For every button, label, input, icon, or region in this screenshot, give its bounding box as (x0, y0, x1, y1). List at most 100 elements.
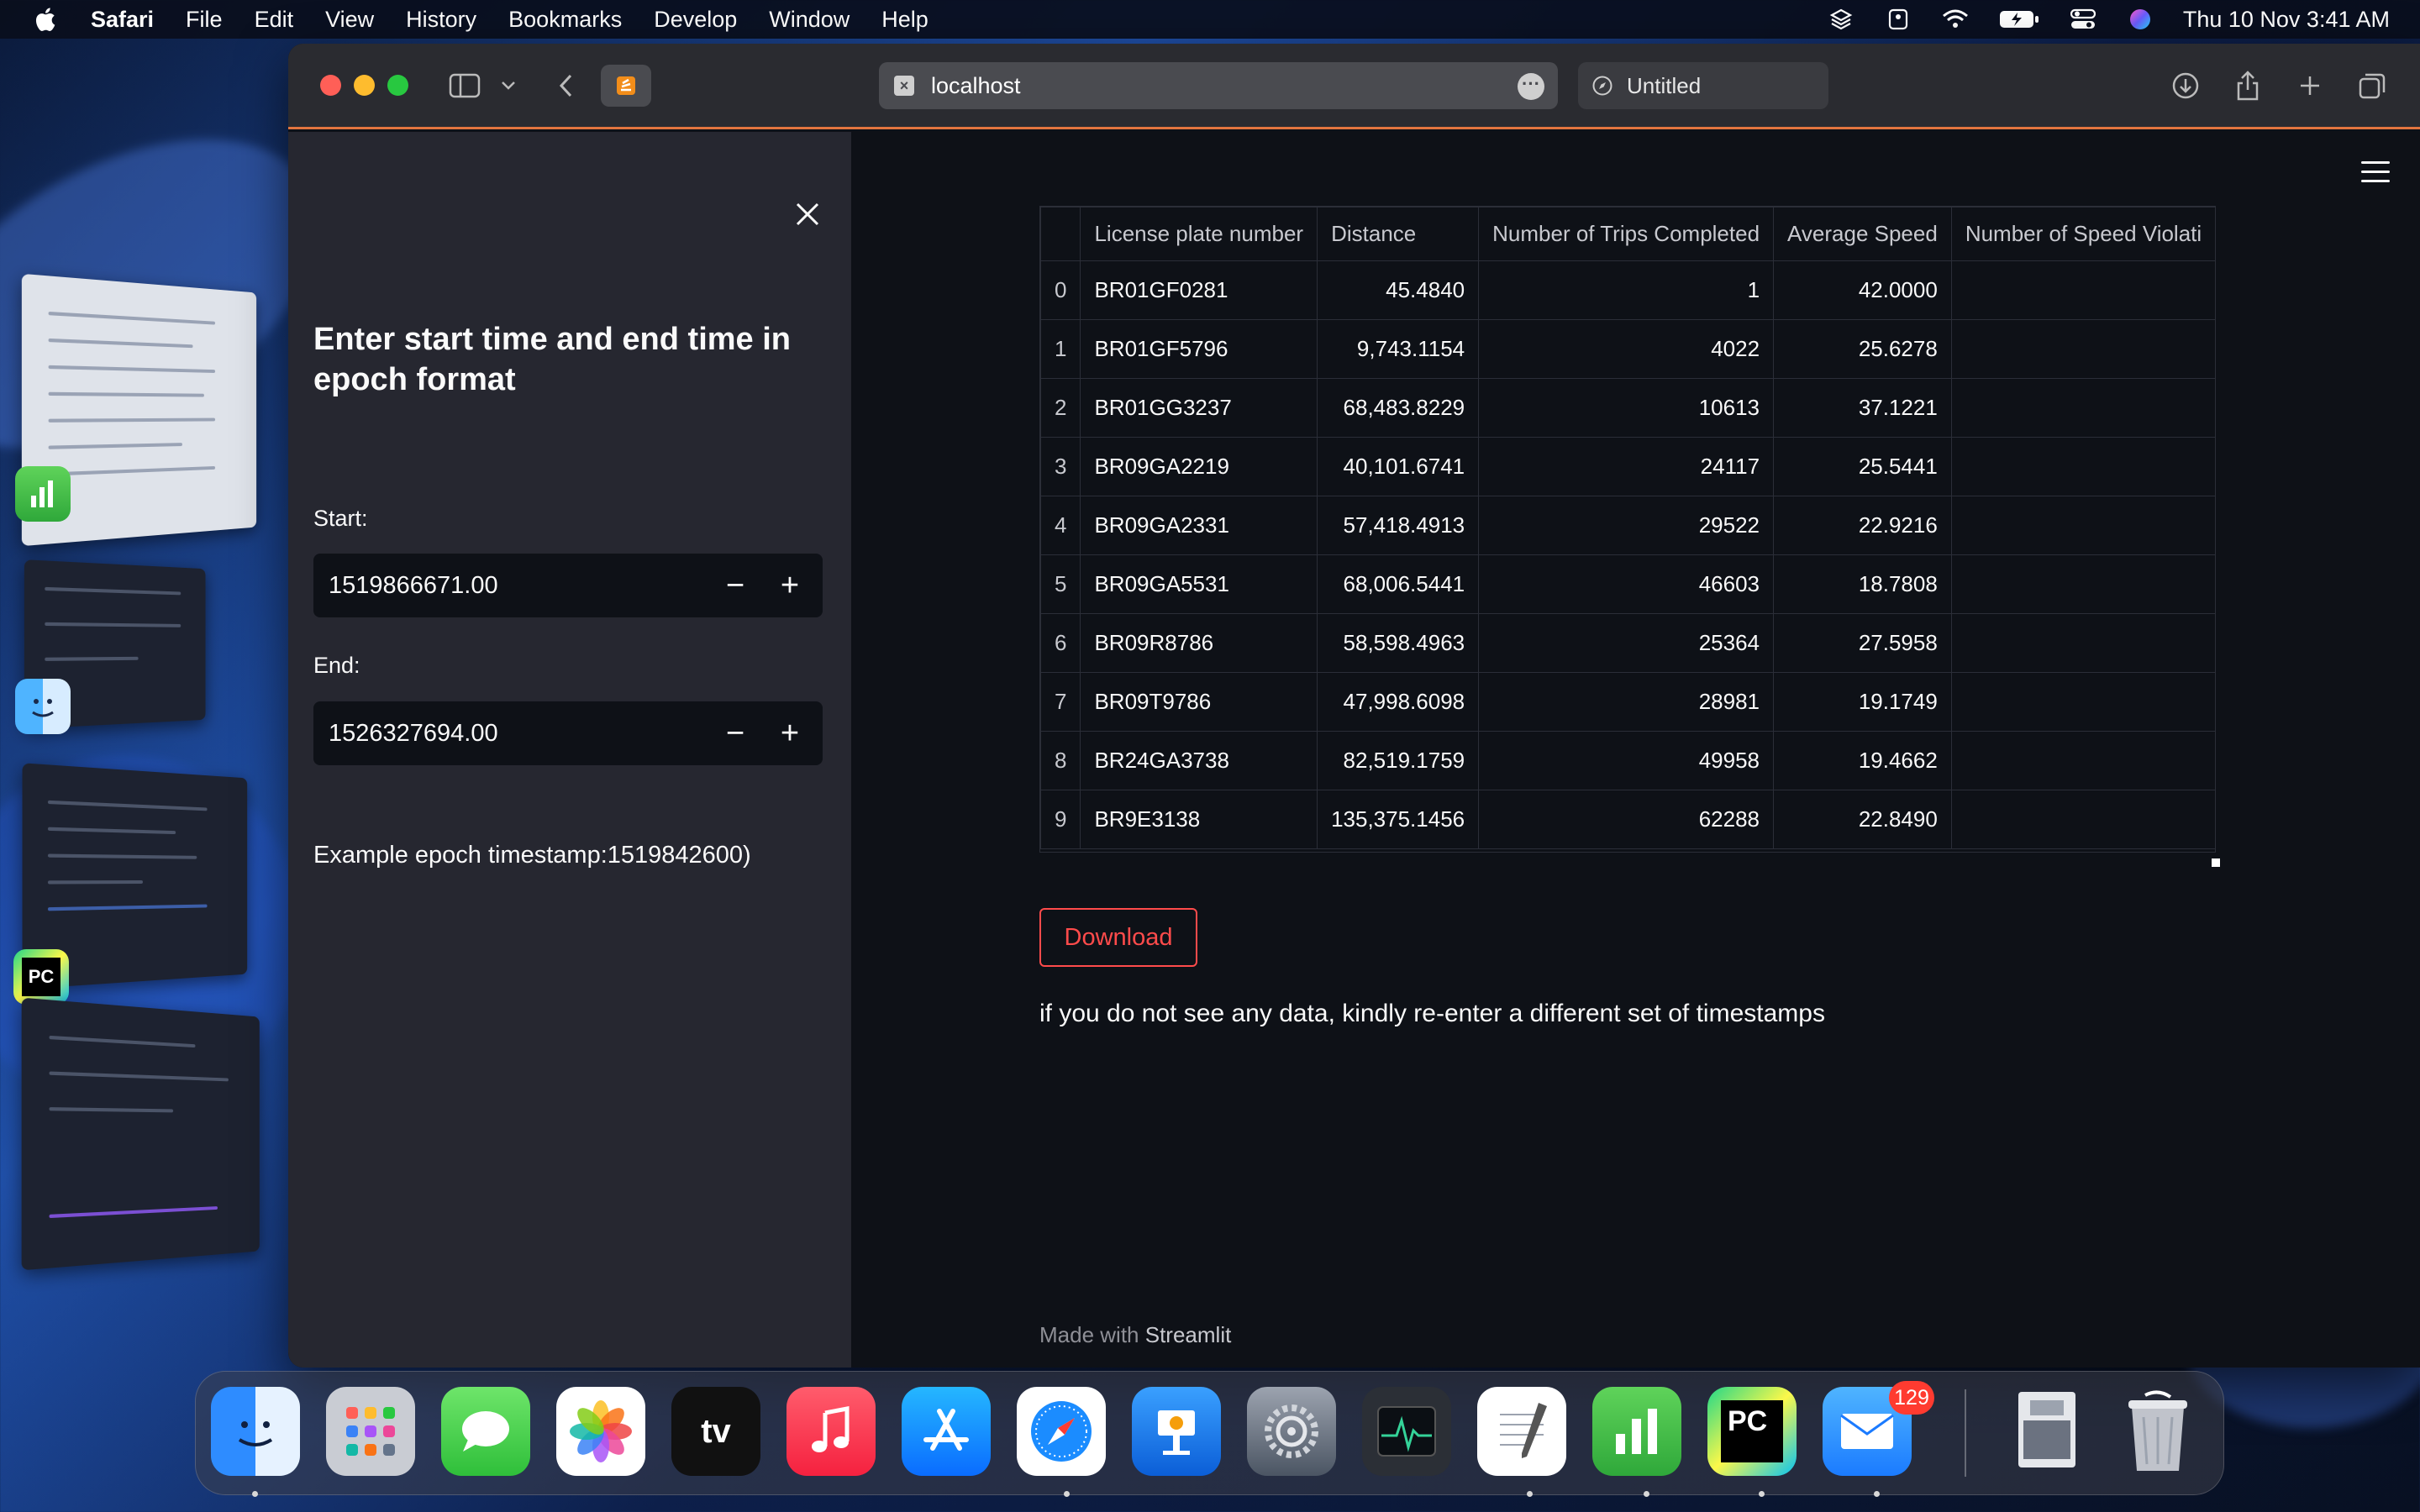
table-cell[interactable]: 45.4840 (1317, 260, 1480, 320)
dock-photos-icon[interactable] (556, 1387, 645, 1476)
table-cell[interactable]: BR24GA3738 (1080, 731, 1318, 790)
start-input[interactable] (329, 571, 698, 600)
wifi-icon[interactable] (1941, 8, 1970, 31)
table-cell[interactable]: 68,006.5441 (1317, 554, 1480, 614)
table-cell[interactable]: BR01GG3237 (1080, 378, 1318, 438)
downloads-icon[interactable] (2169, 69, 2202, 102)
table-cell[interactable]: 82,519.1759 (1317, 731, 1480, 790)
menu-view[interactable]: View (325, 7, 374, 33)
table-cell[interactable]: BR09T9786 (1080, 672, 1318, 732)
menu-history[interactable]: History (406, 7, 476, 33)
table-row[interactable]: 6 BR09R8786 58,598.4963 25364 27.5958 (1040, 613, 2215, 673)
table-row[interactable]: 3 BR09GA2219 40,101.6741 24117 25.5441 (1040, 437, 2215, 496)
table-row[interactable]: 8 BR24GA3738 82,519.1759 49958 19.4662 (1040, 731, 2215, 790)
table-cell[interactable] (1950, 319, 2215, 379)
table-cell[interactable]: 22.9216 (1773, 496, 1952, 555)
stage-thumbnail-editor[interactable] (21, 997, 260, 1271)
table-cell[interactable]: 42.0000 (1773, 260, 1952, 320)
table-row[interactable]: 5 BR09GA5531 68,006.5441 46603 18.7808 (1040, 554, 2215, 614)
dock-launchpad-icon[interactable] (326, 1387, 415, 1476)
menu-bookmarks[interactable]: Bookmarks (508, 7, 622, 33)
table-cell[interactable]: 46603 (1478, 554, 1775, 614)
battery-charging-icon[interactable] (1998, 8, 2040, 31)
table-cell[interactable]: 135,375.1456 (1317, 790, 1480, 849)
tab-overview-icon[interactable] (2355, 69, 2389, 102)
table-cell[interactable]: 28981 (1478, 672, 1775, 732)
dock-music-icon[interactable] (786, 1387, 876, 1476)
control-center-icon[interactable] (2069, 8, 2097, 31)
table-cell[interactable]: BR09GA2219 (1080, 437, 1318, 496)
zoom-window-button[interactable] (387, 75, 408, 96)
table-cell[interactable]: 9,743.1154 (1317, 319, 1480, 379)
dock-preview-icon[interactable] (2002, 1387, 2091, 1476)
table-cell[interactable]: BR09R8786 (1080, 613, 1318, 673)
table-row[interactable]: 9 BR9E3138 135,375.1456 62288 22.8490 (1040, 790, 2215, 849)
table-cell[interactable]: 25.6278 (1773, 319, 1952, 379)
siri-icon[interactable] (2126, 8, 2154, 31)
table-row[interactable]: 0 BR01GF0281 45.4840 1 42.0000 (1040, 260, 2215, 320)
table-cell[interactable]: 19.1749 (1773, 672, 1952, 732)
main-menu-icon[interactable] (2361, 161, 2390, 183)
table-cell[interactable] (1950, 790, 2215, 849)
table-cell[interactable]: BR09GA2331 (1080, 496, 1318, 555)
back-icon[interactable] (549, 69, 582, 102)
table-resize-handle[interactable] (2212, 858, 2220, 867)
table-cell[interactable]: 22.8490 (1773, 790, 1952, 849)
table-cell[interactable] (1950, 378, 2215, 438)
dock-messages-icon[interactable] (441, 1387, 530, 1476)
table-cell[interactable]: 4022 (1478, 319, 1775, 379)
table-cell[interactable]: 27.5958 (1773, 613, 1952, 673)
end-decrement-button[interactable]: − (708, 701, 762, 765)
column-header[interactable]: Number of Speed Violati (1950, 207, 2215, 261)
apple-menu-icon[interactable] (32, 6, 57, 33)
screen-capture-icon[interactable] (1884, 8, 1912, 31)
dock-numbers-icon[interactable] (1592, 1387, 1681, 1476)
table-cell[interactable]: 62288 (1478, 790, 1775, 849)
menu-app-name[interactable]: Safari (91, 7, 154, 33)
close-window-button[interactable] (320, 75, 341, 96)
table-row[interactable]: 4 BR09GA2331 57,418.4913 29522 22.9216 (1040, 496, 2215, 555)
page-menu-icon[interactable]: ··· (1518, 73, 1544, 100)
address-bar[interactable]: × localhost ··· (879, 62, 1558, 109)
table-cell[interactable] (1950, 554, 2215, 614)
table-cell[interactable]: 47,998.6098 (1317, 672, 1480, 732)
dock-safari-icon[interactable] (1017, 1387, 1106, 1476)
table-cell[interactable]: 37.1221 (1773, 378, 1952, 438)
table-cell[interactable] (1950, 672, 2215, 732)
tab-untitled[interactable]: Untitled (1578, 62, 1828, 109)
download-button[interactable]: Download (1039, 908, 1197, 967)
table-cell[interactable]: 25364 (1478, 613, 1775, 673)
table-cell[interactable]: 1 (1478, 260, 1775, 320)
table-cell[interactable]: BR09GA5531 (1080, 554, 1318, 614)
table-cell[interactable]: 29522 (1478, 496, 1775, 555)
table-cell[interactable]: 68,483.8229 (1317, 378, 1480, 438)
start-increment-button[interactable]: + (763, 554, 817, 617)
table-cell[interactable]: 57,418.4913 (1317, 496, 1480, 555)
table-cell[interactable] (1950, 731, 2215, 790)
table-cell[interactable]: 25.5441 (1773, 437, 1952, 496)
menu-develop[interactable]: Develop (654, 7, 737, 33)
table-cell[interactable] (1950, 437, 2215, 496)
column-header[interactable]: Distance (1317, 207, 1480, 261)
dock-appstore-icon[interactable] (902, 1387, 991, 1476)
dataframe[interactable]: License plate number Distance Number of Tr… (1039, 206, 2216, 853)
minimize-window-button[interactable] (354, 75, 375, 96)
table-cell[interactable] (1950, 496, 2215, 555)
dock-textedit-icon[interactable] (1477, 1387, 1566, 1476)
table-cell[interactable]: 58,598.4963 (1317, 613, 1480, 673)
dock-trash-icon[interactable] (2113, 1387, 2202, 1476)
table-cell[interactable] (1950, 613, 2215, 673)
table-row[interactable]: 7 BR09T9786 47,998.6098 28981 19.1749 (1040, 672, 2215, 732)
table-cell[interactable]: 10613 (1478, 378, 1775, 438)
dock-activity-monitor-icon[interactable] (1362, 1387, 1451, 1476)
start-decrement-button[interactable]: − (708, 554, 762, 617)
dock-appletv-icon[interactable]: tv (671, 1387, 760, 1476)
table-cell[interactable]: 24117 (1478, 437, 1775, 496)
end-input[interactable] (329, 719, 698, 748)
extension-icon[interactable] (601, 65, 651, 107)
dock-finder-icon[interactable] (211, 1387, 300, 1476)
share-icon[interactable] (2231, 69, 2265, 102)
column-header[interactable]: Average Speed (1773, 207, 1952, 261)
table-row[interactable]: 2 BR01GG3237 68,483.8229 10613 37.1221 (1040, 378, 2215, 438)
chevron-down-icon[interactable] (492, 69, 525, 102)
